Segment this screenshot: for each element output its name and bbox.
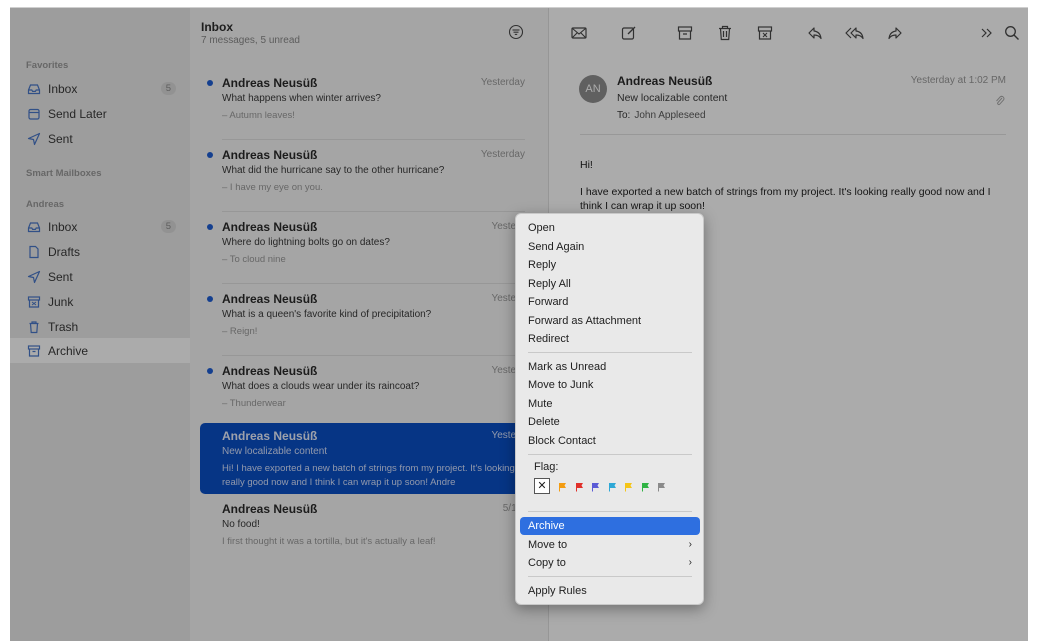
- menu-item-copy-to[interactable]: Copy to ›: [520, 554, 700, 572]
- menu-item-open[interactable]: Open: [520, 219, 700, 237]
- clear-flag-button[interactable]: ✕: [534, 478, 550, 494]
- menu-item-reply[interactable]: Reply: [520, 256, 700, 274]
- menu-item-mute[interactable]: Mute: [520, 395, 700, 413]
- chevron-right-icon: ›: [688, 557, 692, 568]
- flag-purple-icon[interactable]: [591, 482, 600, 491]
- menu-item-delete[interactable]: Delete: [520, 413, 700, 431]
- menu-item-forward-as-attachment[interactable]: Forward as Attachment: [520, 312, 700, 330]
- flag-blue-icon[interactable]: [608, 482, 617, 491]
- menu-item-mark-as-unread[interactable]: Mark as Unread: [520, 358, 700, 376]
- menu-item-apply-rules[interactable]: Apply Rules: [520, 582, 700, 600]
- flag-picker: ✕: [534, 478, 674, 494]
- menu-item-move-to-junk[interactable]: Move to Junk: [520, 376, 700, 394]
- context-menu: Open Send Again Reply Reply All Forward …: [515, 213, 704, 605]
- flag-orange-icon[interactable]: [558, 482, 567, 491]
- flag-label: Flag:: [534, 461, 559, 473]
- menu-item-reply-all[interactable]: Reply All: [520, 275, 700, 293]
- menu-separator: [528, 352, 692, 353]
- menu-item-send-again[interactable]: Send Again: [520, 238, 700, 256]
- menu-separator: [528, 511, 692, 512]
- flag-green-icon[interactable]: [641, 482, 650, 491]
- menu-item-move-to[interactable]: Move to ›: [520, 536, 700, 554]
- flag-red-icon[interactable]: [575, 482, 584, 491]
- flag-yellow-icon[interactable]: [624, 482, 633, 491]
- menu-item-archive[interactable]: Archive: [520, 517, 700, 535]
- menu-separator: [528, 576, 692, 577]
- menu-item-label: Copy to: [528, 557, 566, 569]
- menu-item-redirect[interactable]: Redirect: [520, 330, 700, 348]
- chevron-right-icon: ›: [688, 538, 692, 550]
- menu-separator: [528, 454, 692, 455]
- menu-item-block-contact[interactable]: Block Contact: [520, 432, 700, 450]
- flag-gray-icon[interactable]: [657, 482, 666, 491]
- menu-item-forward[interactable]: Forward: [520, 293, 700, 311]
- menu-item-label: Move to: [528, 538, 568, 551]
